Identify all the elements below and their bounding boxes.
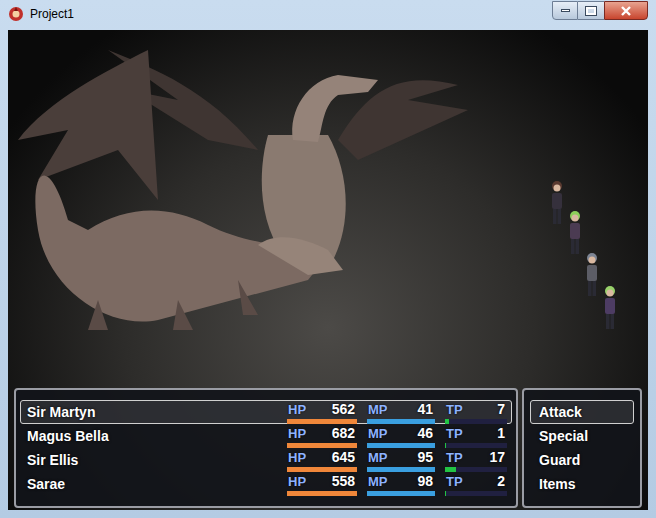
gauge-label: MP (367, 473, 388, 490)
gauge-label: MP (367, 401, 388, 418)
maximize-button[interactable] (578, 1, 604, 20)
app-window: Project1 Sir Martyn HP 562 MP 41 TP 7 Magus Bell… (0, 0, 656, 518)
gauge-value: 98 (417, 473, 435, 490)
party-member-row[interactable]: Sir Martyn HP 562 MP 41 TP 7 (20, 400, 512, 424)
gauge-track (367, 491, 435, 496)
gauge-label: TP (445, 473, 463, 490)
stat-gauge: HP 682 (287, 425, 357, 448)
stat-gauge: MP 41 (367, 401, 435, 424)
close-icon (620, 6, 632, 16)
gauge-fill (367, 467, 435, 472)
gauge-track (445, 491, 507, 496)
gauge-track (287, 443, 357, 448)
battle-windows: Sir Martyn HP 562 MP 41 TP 7 Magus Bella HP 682 MP… (8, 388, 648, 510)
gauge-value: 558 (332, 473, 357, 490)
command-item[interactable]: Guard (530, 448, 634, 472)
member-name: Sarae (27, 474, 277, 495)
command-item[interactable]: Items (530, 472, 634, 496)
gauge-track (367, 443, 435, 448)
gauge-label: MP (367, 449, 388, 466)
gauge-track (367, 419, 435, 424)
game-screen: Sir Martyn HP 562 MP 41 TP 7 Magus Bella HP 682 MP… (8, 30, 648, 510)
gauge-label: TP (445, 401, 463, 418)
command-item[interactable]: Special (530, 424, 634, 448)
stat-gauge: TP 7 (445, 401, 507, 424)
stat-gauge: TP 2 (445, 473, 507, 496)
stat-gauge: MP 95 (367, 449, 435, 472)
gauge-label: HP (287, 401, 306, 418)
gauge-label: HP (287, 425, 306, 442)
gauge-value: 17 (489, 449, 507, 466)
command-item[interactable]: Attack (530, 400, 634, 424)
gauge-value: 1 (497, 425, 507, 442)
title-bar: Project1 (0, 0, 656, 30)
gauge-fill (445, 443, 446, 448)
status-window: Sir Martyn HP 562 MP 41 TP 7 Magus Bella HP 682 MP… (14, 388, 518, 508)
window-title: Project1 (30, 6, 74, 22)
battle-field (8, 30, 648, 388)
dragons-icon (8, 30, 648, 386)
gauge-label: MP (367, 425, 388, 442)
stat-gauge: MP 98 (367, 473, 435, 496)
gauge-label: TP (445, 449, 463, 466)
gauge-track (445, 443, 507, 448)
gauge-fill (287, 443, 357, 448)
stat-gauge: HP 562 (287, 401, 357, 424)
actor-sprite-icon (601, 285, 619, 331)
actor-sprite-icon (583, 252, 601, 298)
close-button[interactable] (604, 1, 648, 20)
gauge-value: 562 (332, 401, 357, 418)
stat-gauge: HP 558 (287, 473, 357, 496)
gauge-label: HP (287, 449, 306, 466)
gauge-fill (445, 419, 449, 424)
actor-sprite-icon (548, 180, 566, 226)
gauge-value: 46 (417, 425, 435, 442)
gauge-fill (367, 419, 435, 424)
actor-sprite-icon (566, 210, 584, 256)
stat-gauge: MP 46 (367, 425, 435, 448)
member-name: Sir Martyn (27, 402, 277, 423)
member-name: Sir Ellis (27, 450, 277, 471)
gauge-fill (287, 467, 357, 472)
command-window: AttackSpecialGuardItems (522, 388, 642, 508)
gauge-fill (367, 443, 435, 448)
member-name: Magus Bella (27, 426, 277, 447)
stat-gauge: TP 1 (445, 425, 507, 448)
gauge-value: 645 (332, 449, 357, 466)
gauge-track (367, 467, 435, 472)
gauge-value: 2 (497, 473, 507, 490)
stat-gauge: HP 645 (287, 449, 357, 472)
gauge-track (445, 419, 507, 424)
minimize-button[interactable] (552, 1, 578, 20)
gauge-label: HP (287, 473, 306, 490)
party-member-row[interactable]: Sarae HP 558 MP 98 TP 2 (20, 472, 512, 496)
gauge-value: 682 (332, 425, 357, 442)
gauge-value: 41 (417, 401, 435, 418)
gauge-value: 7 (497, 401, 507, 418)
app-icon (8, 6, 24, 22)
party-member-row[interactable]: Sir Ellis HP 645 MP 95 TP 17 (20, 448, 512, 472)
gauge-label: TP (445, 425, 463, 442)
gauge-track (287, 467, 357, 472)
gauge-fill (287, 491, 357, 496)
gauge-fill (287, 419, 357, 424)
gauge-track (287, 419, 357, 424)
gauge-fill (445, 467, 456, 472)
gauge-track (287, 491, 357, 496)
gauge-fill (445, 491, 446, 496)
gauge-value: 95 (417, 449, 435, 466)
gauge-track (445, 467, 507, 472)
gauge-fill (367, 491, 435, 496)
party-member-row[interactable]: Magus Bella HP 682 MP 46 TP 1 (20, 424, 512, 448)
stat-gauge: TP 17 (445, 449, 507, 472)
